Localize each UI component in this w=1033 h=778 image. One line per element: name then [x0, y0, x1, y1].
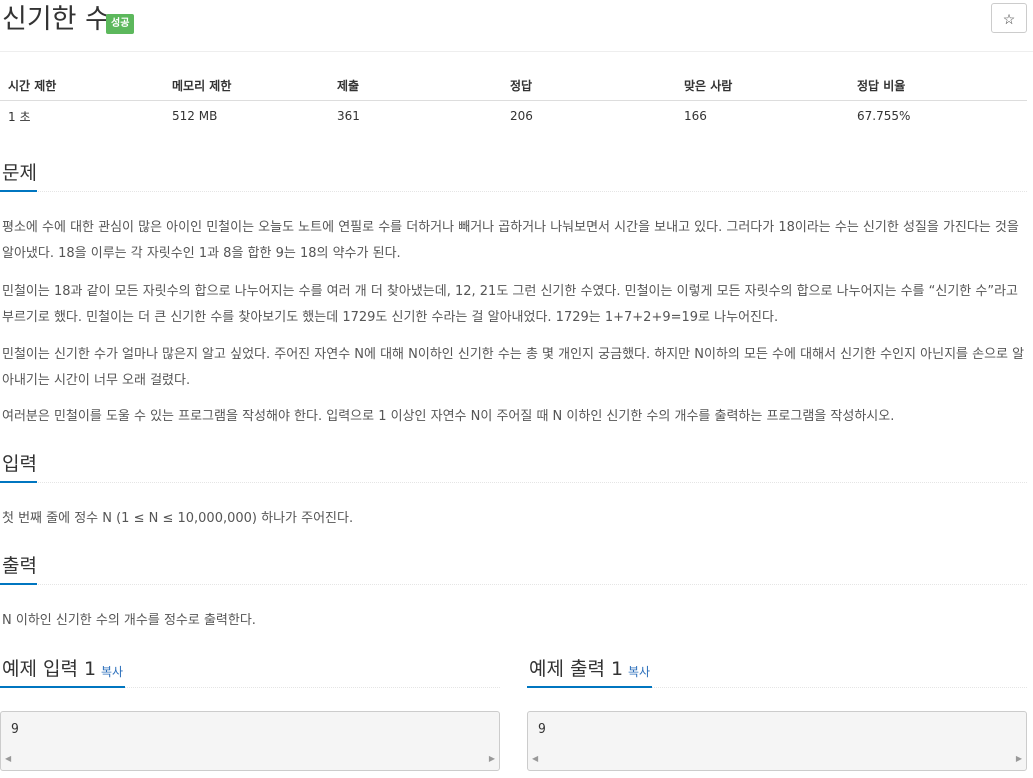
section-title: 문제	[2, 162, 37, 184]
problem-header: 신기한 수 성공 ☆	[0, 0, 1033, 52]
sample-output-header: 예제 출력 1 복사	[527, 652, 1027, 688]
sample-input-box[interactable]: 9 ◀ ▶	[0, 711, 500, 771]
page-title: 신기한 수	[2, 4, 110, 35]
header-solved-users: 맞은 사람	[676, 72, 849, 101]
sample-input-title: 예제 입력 1	[2, 658, 97, 680]
scroll-right-icon[interactable]: ▶	[1016, 754, 1022, 763]
problem-info-table: 시간 제한 메모리 제한 제출 정답 맞은 사람 정답 비율 1 초 512 M…	[0, 72, 1027, 132]
value-time-limit: 1 초	[8, 109, 31, 124]
section-title: 입력	[2, 453, 37, 475]
status-badge: 성공	[106, 14, 135, 34]
star-button[interactable]: ☆	[991, 3, 1027, 33]
header-accept-ratio: 정답 비율	[849, 72, 1027, 101]
description-paragraph: 여러분은 민철이를 도울 수 있는 프로그램을 작성해야 한다. 입력으로 1 …	[2, 409, 895, 424]
copy-output-link[interactable]: 복사	[628, 663, 650, 680]
header-accepted: 정답	[502, 72, 676, 101]
section-underline	[0, 686, 125, 688]
table-header-row: 시간 제한 메모리 제한 제출 정답 맞은 사람 정답 비율	[0, 72, 1027, 101]
header-memory-limit: 메모리 제한	[164, 72, 329, 101]
sample-output-box[interactable]: 9 ◀ ▶	[527, 711, 1027, 771]
section-output-header: 출력	[0, 553, 1027, 585]
header-submissions: 제출	[329, 72, 502, 101]
header-time-limit: 시간 제한	[0, 72, 164, 101]
value-memory-limit: 512 MB	[172, 109, 218, 124]
scroll-right-icon[interactable]: ▶	[489, 754, 495, 763]
scroll-left-icon[interactable]: ◀	[532, 754, 538, 763]
sample-input-value: 9	[11, 722, 19, 737]
description-paragraph: 민철이는 신기한 수가 얼마나 많은지 알고 싶었다. 주어진 자연수 N에 대…	[2, 347, 1025, 388]
value-submissions: 361	[337, 109, 360, 124]
copy-input-link[interactable]: 복사	[101, 663, 123, 680]
star-icon: ☆	[1002, 11, 1016, 27]
sample-output-value: 9	[538, 722, 546, 737]
output-description: N 이하인 신기한 수의 개수를 정수로 출력한다.	[2, 613, 256, 628]
description-paragraph: 평소에 수에 대한 관심이 많은 아이인 민철이는 오늘도 노트에 연필로 수를…	[2, 220, 1019, 261]
value-accepted: 206	[510, 109, 533, 124]
value-solved-users: 166	[684, 109, 707, 124]
sample-output-title: 예제 출력 1	[529, 658, 624, 680]
section-underline	[527, 686, 652, 688]
section-underline	[0, 190, 37, 192]
value-accept-ratio: 67.755%	[857, 109, 911, 124]
description-paragraph: 민철이는 18과 같이 모든 자릿수의 합으로 나누어지는 수를 여러 개 더 …	[2, 284, 1019, 325]
sample-input-header: 예제 입력 1 복사	[0, 652, 500, 688]
scroll-left-icon[interactable]: ◀	[5, 754, 11, 763]
table-row: 1 초 512 MB 361 206 166 67.755%	[0, 100, 1027, 132]
input-description: 첫 번째 줄에 정수 N (1 ≤ N ≤ 10,000,000) 하나가 주어…	[2, 511, 354, 526]
section-underline	[0, 583, 37, 585]
section-title: 출력	[2, 555, 37, 577]
section-input-header: 입력	[0, 451, 1027, 483]
section-description-header: 문제	[0, 160, 1027, 192]
section-underline	[0, 481, 37, 483]
